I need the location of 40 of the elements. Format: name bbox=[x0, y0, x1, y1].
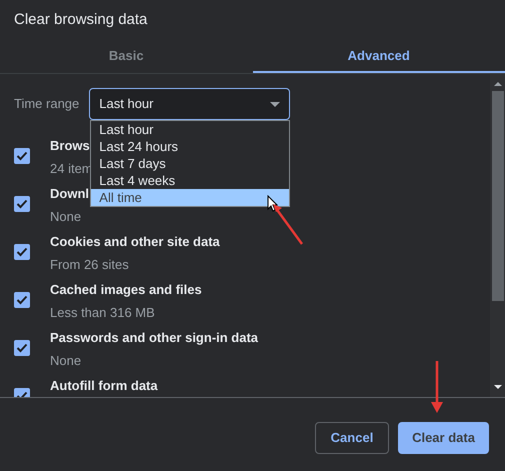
item-title: Passwords and other sign-in data bbox=[50, 329, 258, 347]
item-title: Cached images and files bbox=[50, 281, 202, 299]
scroll-down-icon[interactable] bbox=[494, 385, 502, 389]
checkbox[interactable] bbox=[14, 340, 30, 356]
checkmark-icon bbox=[16, 295, 28, 305]
checkmark-icon bbox=[16, 247, 28, 257]
item-title: Cookies and other site data bbox=[50, 233, 220, 251]
item-detail: None bbox=[50, 352, 82, 370]
checkbox[interactable] bbox=[14, 196, 30, 212]
tab[interactable]: Basic bbox=[0, 40, 252, 73]
dropdown-option[interactable]: Last 7 days bbox=[91, 155, 290, 172]
checkmark-icon bbox=[16, 151, 28, 161]
clear-data-button[interactable]: Clear data bbox=[398, 422, 489, 454]
checkmark-icon bbox=[16, 343, 28, 353]
dropdown-caret-icon bbox=[270, 102, 280, 106]
item-title: Brows bbox=[50, 137, 91, 155]
time-range-select[interactable]: Last hour bbox=[89, 88, 290, 120]
dropdown-option[interactable]: Last 24 hours bbox=[91, 138, 290, 155]
dropdown-option[interactable]: Last hour bbox=[91, 121, 290, 138]
item-detail: Less than 316 MB bbox=[50, 304, 156, 322]
scrollbar-thumb[interactable] bbox=[492, 91, 504, 301]
checkbox[interactable] bbox=[14, 292, 30, 308]
item-title: Downl bbox=[50, 185, 89, 203]
item-detail: From 26 sites bbox=[50, 256, 130, 274]
annotation-arrow bbox=[430, 360, 444, 414]
scroll-up-icon[interactable] bbox=[494, 82, 502, 86]
dialog-title: Clear browsing data bbox=[14, 11, 148, 28]
annotation-arrow bbox=[272, 203, 304, 245]
cancel-button[interactable]: Cancel bbox=[315, 422, 389, 454]
checkbox[interactable] bbox=[14, 244, 30, 260]
mouse-pointer-icon bbox=[267, 195, 278, 212]
checkmark-icon bbox=[16, 199, 28, 209]
tab[interactable]: Advanced bbox=[252, 40, 505, 73]
dropdown-option[interactable]: Last 4 weeks bbox=[91, 172, 290, 189]
field-label: Time range bbox=[14, 95, 80, 114]
checkbox[interactable] bbox=[14, 148, 30, 164]
item-detail: None bbox=[50, 208, 82, 226]
scrollbar[interactable] bbox=[490, 74, 505, 397]
dropdown-option[interactable]: All time bbox=[91, 189, 290, 206]
item-title: Autofill form data bbox=[50, 377, 158, 395]
